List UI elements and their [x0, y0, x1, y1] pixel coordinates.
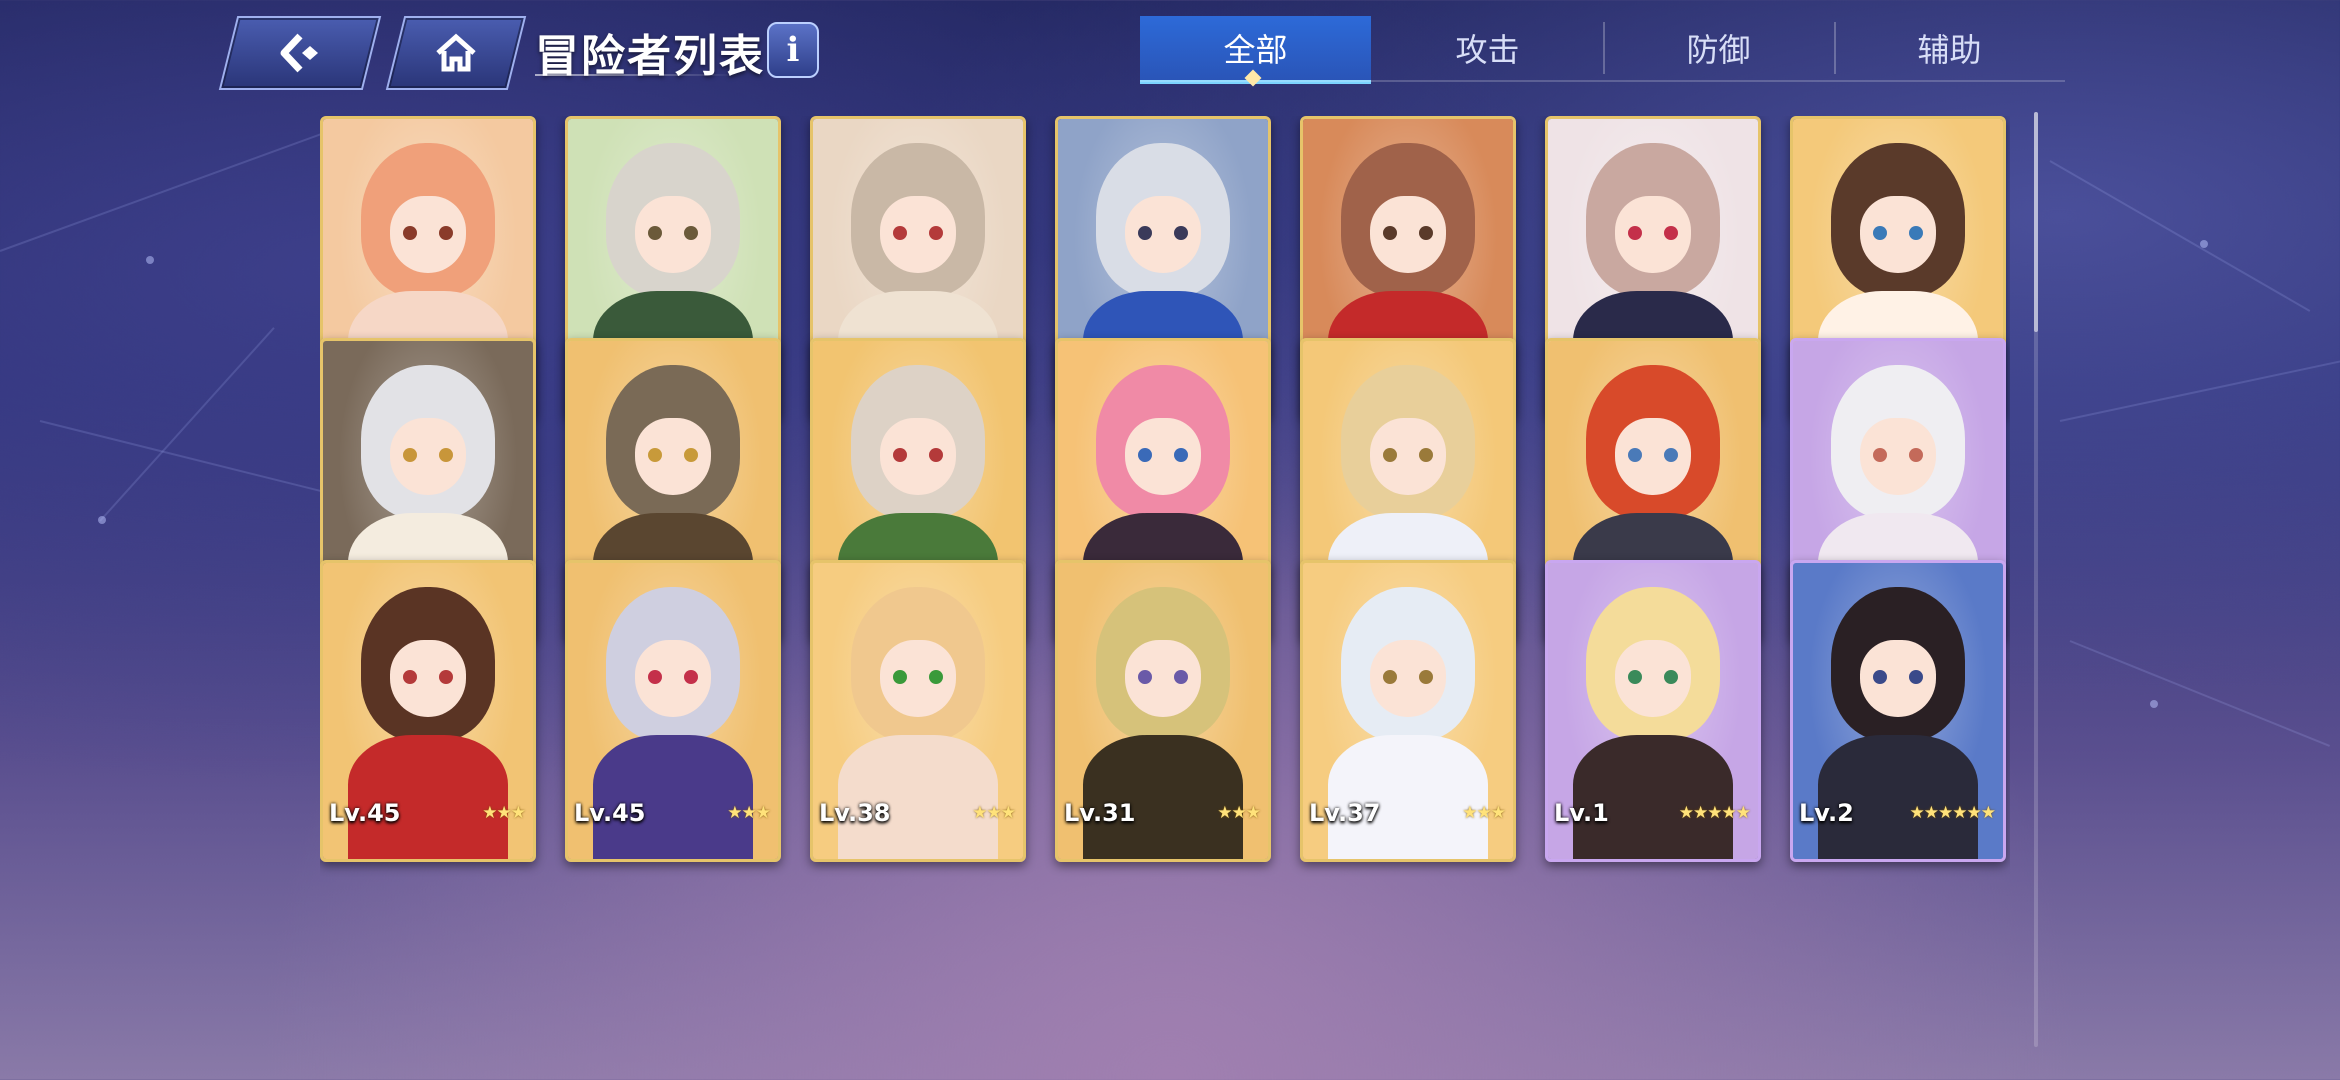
- tab-label: 辅助: [1917, 31, 1982, 69]
- bg-dot: [2150, 700, 2158, 708]
- bg-line: [0, 126, 339, 252]
- tab-label: 攻击: [1455, 31, 1520, 69]
- portrait-face: [1860, 417, 1936, 495]
- portrait-face: [1860, 195, 1936, 273]
- adventurer-card[interactable]: Lv.38 ★★★: [810, 560, 1026, 862]
- tabs-underline: [1140, 80, 2065, 82]
- star-rating: ★★★: [1217, 803, 1261, 823]
- adventurer-grid: Lv.53★★★★★伊万斯12Lv.53★★★★琳12Lv.53★★★筱(万圣)…: [320, 116, 2010, 1046]
- level-label: Lv.2: [1799, 799, 1854, 827]
- portrait-face: [1370, 639, 1446, 717]
- info-icon: i: [786, 30, 800, 70]
- portrait-face: [880, 417, 956, 495]
- level-label: Lv.37: [1309, 799, 1381, 827]
- filter-tabs: 全部 攻击 防御 辅助: [1140, 16, 2065, 84]
- portrait-outfit: [1328, 734, 1488, 859]
- portrait-face: [880, 639, 956, 717]
- star-rating: ★★★: [1462, 803, 1506, 823]
- level-label: Lv.1: [1554, 799, 1609, 827]
- tab-defense[interactable]: 防御: [1603, 16, 1834, 80]
- star-rating: ★★★★★★: [1909, 803, 1996, 823]
- star-rating: ★★★: [482, 803, 526, 823]
- star-rating: ★★★: [972, 803, 1016, 823]
- level-label: Lv.45: [329, 799, 401, 827]
- bg-line: [2049, 160, 2311, 312]
- portrait-face: [880, 195, 956, 273]
- portrait-face: [390, 195, 466, 273]
- adventurer-card[interactable]: Lv.1 ★★★★★: [1545, 560, 1761, 862]
- adventurer-card[interactable]: Lv.2 ★★★★★★: [1790, 560, 2006, 862]
- bg-line: [2069, 640, 2330, 747]
- level-label: Lv.45: [574, 799, 646, 827]
- tab-attack[interactable]: 攻击: [1372, 16, 1603, 80]
- adventurer-card[interactable]: Lv.31 ★★★: [1055, 560, 1271, 862]
- title-underline: [535, 74, 740, 76]
- back-arrow-icon: [230, 18, 370, 88]
- adventurer-card[interactable]: Lv.37 ★★★: [1300, 560, 1516, 862]
- scrollbar-thumb[interactable]: [2034, 112, 2038, 332]
- portrait-face: [390, 417, 466, 495]
- portrait-face: [1615, 639, 1691, 717]
- portrait-face: [1370, 417, 1446, 495]
- adventurer-card[interactable]: Lv.45 ★★★: [320, 560, 536, 862]
- portrait-outfit: [348, 734, 508, 859]
- level-label: Lv.31: [1064, 799, 1136, 827]
- portrait-outfit: [1573, 734, 1733, 859]
- tab-label: 防御: [1686, 31, 1751, 69]
- bg-line: [2059, 359, 2340, 422]
- portrait-face: [390, 639, 466, 717]
- portrait-face: [1615, 417, 1691, 495]
- tab-all[interactable]: 全部: [1140, 16, 1371, 84]
- home-button[interactable]: [385, 16, 527, 90]
- portrait-face: [635, 639, 711, 717]
- portrait-outfit: [838, 734, 998, 859]
- bg-line: [99, 327, 275, 522]
- portrait-face: [1615, 195, 1691, 273]
- portrait-outfit: [1818, 734, 1978, 859]
- level-label: Lv.38: [819, 799, 891, 827]
- bg-dot: [2200, 240, 2208, 248]
- star-rating: ★★★: [727, 803, 771, 823]
- portrait-face: [1125, 639, 1201, 717]
- portrait-face: [1860, 639, 1936, 717]
- portrait-face: [1370, 195, 1446, 273]
- adventurer-card[interactable]: Lv.45 ★★★: [565, 560, 781, 862]
- portrait-outfit: [1083, 734, 1243, 859]
- portrait-face: [635, 417, 711, 495]
- home-icon: [397, 18, 515, 88]
- tab-support[interactable]: 辅助: [1834, 16, 2065, 80]
- star-rating: ★★★★★: [1678, 803, 1751, 823]
- portrait-face: [1125, 195, 1201, 273]
- back-button[interactable]: [218, 16, 382, 90]
- bg-dot: [146, 256, 154, 264]
- portrait-face: [1125, 417, 1201, 495]
- info-button[interactable]: i: [767, 22, 819, 78]
- portrait-face: [635, 195, 711, 273]
- tab-label: 全部: [1223, 31, 1288, 69]
- portrait-outfit: [593, 734, 753, 859]
- bg-dot: [98, 516, 106, 524]
